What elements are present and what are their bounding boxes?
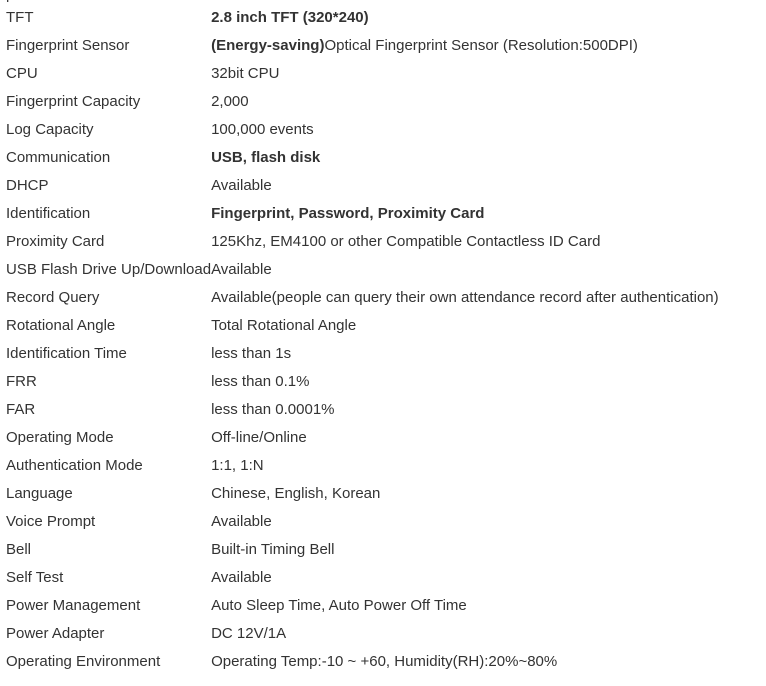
spec-value: less than 0.1%	[211, 373, 310, 390]
spec-label: Authentication Mode	[6, 457, 143, 474]
spec-value: 2,000	[211, 93, 249, 110]
spec-row: Bell Built-in Timing Bell	[0, 536, 766, 564]
spec-row: Identification Time less than 1s	[0, 340, 766, 368]
spec-label: Power Management	[6, 597, 141, 614]
specification-table: TFT 2.8 inch TFT (320*240) Fingerprint Sen…	[0, 4, 766, 676]
spec-value: 100,000 events	[211, 121, 314, 138]
spec-row: Identification Fingerprint, Password, Pro…	[0, 200, 766, 228]
spec-row: Rotational Angle Total Rotational Angle	[0, 312, 766, 340]
spec-row: CPU 32bit CPU	[0, 60, 766, 88]
spec-label: Language	[6, 485, 73, 502]
spec-label: FAR	[6, 401, 36, 418]
spec-value-bold-prefix: (Energy-saving)	[211, 37, 325, 54]
spec-value: Available	[211, 513, 272, 530]
spec-row: Fingerprint Sensor (Energy-saving)Optical…	[0, 32, 766, 60]
specification-table-body: TFT 2.8 inch TFT (320*240) Fingerprint Sen…	[0, 4, 766, 676]
spec-label: Rotational Angle	[6, 317, 116, 334]
spec-label: Bell	[6, 541, 32, 558]
spec-label: Operating Environment	[6, 653, 161, 670]
spec-value: Chinese, English, Korean	[211, 485, 381, 502]
spec-row: FRR less than 0.1%	[0, 368, 766, 396]
spec-label: Operating Mode	[6, 429, 114, 446]
spec-label: Record Query	[6, 289, 100, 306]
spec-label: Communication	[6, 149, 111, 166]
spec-row: Voice Prompt Available	[0, 508, 766, 536]
spec-label: TFT	[6, 9, 34, 26]
spec-row: Log Capacity 100,000 events	[0, 116, 766, 144]
spec-row: Operating Mode Off-line/Online	[0, 424, 766, 452]
spec-row: Proximity Card 125Khz, EM4100 or other Co…	[0, 228, 766, 256]
spec-label: Log Capacity	[6, 121, 94, 138]
spec-value: (Energy-saving)Optical Fingerprint Senso…	[211, 32, 766, 60]
spec-row: FAR less than 0.0001%	[0, 396, 766, 424]
spec-value: 2.8 inch TFT (320*240)	[211, 9, 369, 26]
spec-label: DHCP	[6, 177, 49, 194]
spec-value: less than 0.0001%	[211, 401, 335, 418]
spec-value-rest: Optical Fingerprint Sensor (Resolution:5…	[324, 37, 638, 54]
spec-row: Operating Environment Operating Temp:-10 …	[0, 648, 766, 676]
spec-label: Voice Prompt	[6, 513, 96, 530]
spec-value: DC 12V/1A	[211, 625, 287, 642]
spec-value: Built-in Timing Bell	[211, 541, 335, 558]
spec-label: Power Adapter	[6, 625, 105, 642]
spec-label: Proximity Card	[6, 233, 105, 250]
spec-row: Fingerprint Capacity 2,000	[0, 88, 766, 116]
specification-sheet: p TFT2.8 inch TFT (320*240)Fingerprint S…	[0, 0, 766, 686]
spec-value: Total Rotational Angle	[211, 317, 357, 334]
spec-row: Self Test Available	[0, 564, 766, 592]
spec-row: USB Flash Drive Up/Download Available	[0, 256, 766, 284]
spec-row: DHCP Available	[0, 172, 766, 200]
spec-value: Available(people can query their own att…	[211, 289, 719, 306]
spec-value: Off-line/Online	[211, 429, 307, 446]
spec-value: Operating Temp:-10 ~ +60, Humidity(RH):2…	[211, 653, 558, 670]
spec-label: CPU	[6, 65, 38, 82]
spec-value: Auto Sleep Time, Auto Power Off Time	[211, 597, 467, 614]
spec-label: FRR	[6, 373, 37, 390]
spec-label: Identification	[6, 205, 91, 222]
spec-row: Record Query Available(people can query t…	[0, 284, 766, 312]
spec-value: 32bit CPU	[211, 65, 280, 82]
spec-label: Fingerprint Sensor	[6, 37, 130, 54]
spec-value: 125Khz, EM4100 or other Compatible Conta…	[211, 233, 601, 250]
spec-value: Fingerprint, Password, Proximity Card	[211, 205, 485, 222]
spec-row: Communication USB, flash disk	[0, 144, 766, 172]
spec-value: Available	[211, 569, 272, 586]
spec-label: Fingerprint Capacity	[6, 93, 141, 110]
spec-label: Self Test	[6, 569, 64, 586]
spec-row: Authentication Mode 1:1, 1:N	[0, 452, 766, 480]
spec-value: USB, flash disk	[211, 149, 321, 166]
spec-value: less than 1s	[211, 345, 292, 362]
spec-value: Available	[211, 177, 272, 194]
spec-label: USB Flash Drive Up/Download	[6, 261, 212, 278]
spec-label: Identification Time	[6, 345, 127, 362]
spec-value: Available	[211, 261, 272, 278]
spec-row: Language Chinese, English, Korean	[0, 480, 766, 508]
spec-row: TFT 2.8 inch TFT (320*240)	[0, 4, 766, 32]
spec-row: Power Adapter DC 12V/1A	[0, 620, 766, 648]
spec-row: Power Management Auto Sleep Time, Auto Po…	[0, 592, 766, 620]
spec-value: 1:1, 1:N	[211, 457, 264, 474]
